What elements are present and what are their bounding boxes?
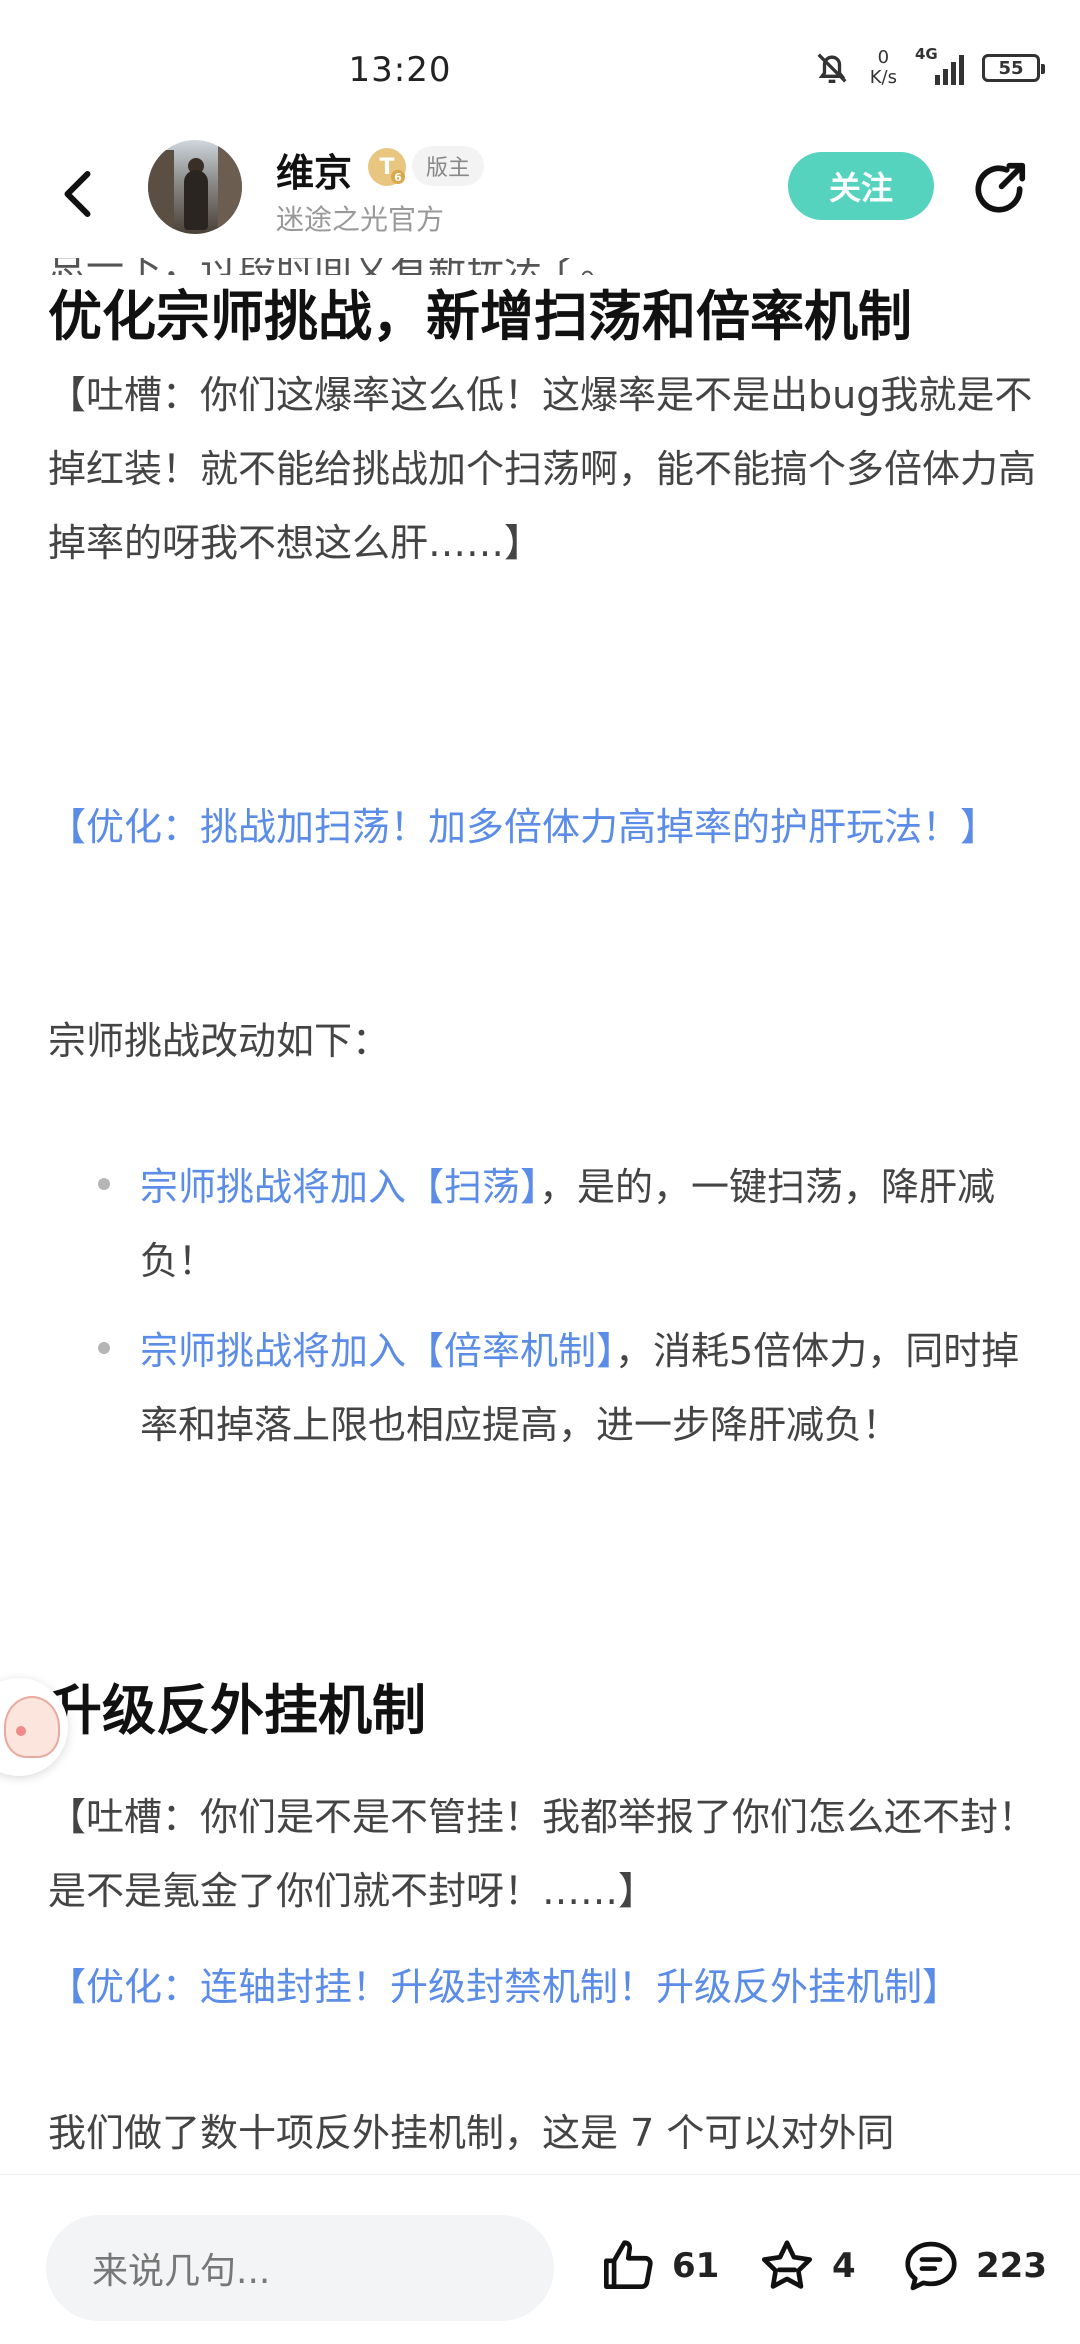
comment-bubble-icon (905, 2241, 957, 2291)
bullet-item: 宗师挑战将加入【倍率机制】，消耗5倍体力，同时掉率和掉落上限也相应提高，进一步降… (140, 1314, 1040, 1462)
favorite-button[interactable]: 4 (756, 2231, 856, 2301)
bullet-item: 宗师挑战将加入【扫荡】，是的，一键扫荡，降肝减负！ (140, 1150, 1040, 1298)
author-name[interactable]: 维京 (276, 142, 352, 197)
bullet-dot (98, 1178, 110, 1190)
comment-count: 223 (976, 2246, 1047, 2286)
section-heading-grandmaster: 优化宗师挑战，新增扫荡和倍率机制 (48, 285, 912, 348)
clock: 13:20 (348, 50, 452, 90)
comment-button[interactable]: 223 (900, 2231, 1047, 2301)
share-icon[interactable] (968, 158, 1030, 220)
change-intro: 宗师挑战改动如下： (48, 1019, 391, 1063)
complaint-paragraph: 【吐槽：你们是不是不管挂！我都举报了你们怎么还不封！是不是氪金了你们就不封呀！…… (48, 1795, 1037, 1913)
star-icon (761, 2240, 813, 2289)
author-subtitle: 迷途之光官方 (276, 203, 445, 236)
optimization-paragraph: 【优化：连轴封挂！升级封禁机制！升级反外挂机制】 (48, 1965, 961, 2009)
moderator-badge: 版主 (412, 146, 485, 186)
level-badge: T 6 (368, 148, 406, 186)
anticheat-paragraph: 我们做了数十项反外挂机制，这是 7 个可以对外同 (48, 2111, 895, 2155)
post-header: 维京 T 6 版主 迷途之光官方 关注 (0, 140, 1080, 258)
post-detail-screen: 总一下，过段时间又有新玩法了。 优化宗师挑战，新增扫荡和倍率机制 【吐槽：你们这… (0, 0, 1080, 2344)
status-icons: 0 K/s 4G 55 (812, 45, 1045, 88)
signal-icon: 4G (915, 45, 964, 85)
bullet-dot (98, 1342, 110, 1354)
mute-bell-icon (817, 53, 847, 83)
like-button[interactable]: 61 (596, 2231, 719, 2301)
avatar[interactable] (148, 140, 242, 234)
optimization-paragraph: 【优化：挑战加扫荡！加多倍体力高掉率的护肝玩法！】 (48, 805, 999, 849)
network-speed: 0 K/s (869, 47, 897, 88)
status-bar: 13:20 0 K/s 4G 55 (0, 0, 1080, 140)
bullet-highlight: 宗师挑战将加入【倍率机制】 (140, 1329, 616, 1373)
complaint-paragraph: 【吐槽：你们这爆率这么低！这爆率是不是出bug我就是不掉红装！就不能给挑战加个扫… (48, 373, 1037, 565)
bottom-action-bar: 来说几句... 61 4 223 (0, 2174, 1080, 2344)
bullet-highlight: 宗师挑战将加入【扫荡】 (140, 1165, 540, 1209)
battery-icon: 55 (982, 54, 1045, 82)
follow-button[interactable]: 关注 (788, 152, 934, 220)
back-arrow-icon[interactable] (50, 164, 110, 224)
like-count: 61 (672, 2246, 720, 2286)
comment-input[interactable]: 来说几句... (46, 2215, 554, 2321)
favorite-count: 4 (832, 2246, 856, 2286)
section-heading-anticheat: 升级反外挂机制 (48, 1679, 426, 1742)
thumbs-up-icon (604, 2240, 653, 2289)
mascot-icon (4, 1696, 60, 1758)
